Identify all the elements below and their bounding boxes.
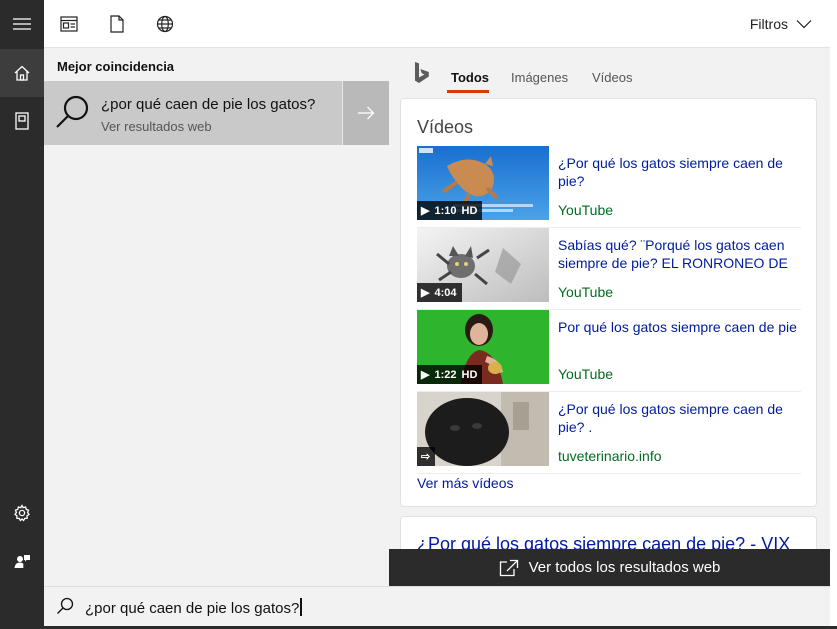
video-thumbnail[interactable]: ▶ 1:10 HD [417, 146, 549, 220]
video-thumbnail[interactable]: ▶ 1:22 HD [417, 310, 549, 384]
tab-todos[interactable]: Todos [451, 70, 489, 85]
video-source: YouTube [558, 202, 614, 218]
feedback-icon [14, 555, 30, 568]
video-badge: ▶ 1:22 HD [417, 365, 483, 384]
videos-card-title: Vídeos [417, 117, 474, 137]
filters-label: Filtros [749, 16, 788, 32]
apps-filter-button[interactable] [59, 14, 79, 34]
best-match-panel: Mejor coincidencia ¿por qué caen de pie … [44, 48, 389, 586]
filters-dropdown[interactable]: Filtros [750, 16, 812, 32]
menu-button[interactable] [0, 0, 44, 48]
search-query: ¿por qué caen de pie los gatos? [85, 600, 300, 617]
video-result[interactable]: ⇨ ¿Por qué los gatos siempre caen de pie… [417, 392, 801, 474]
globe-icon [156, 15, 174, 33]
open-preview-button[interactable] [342, 81, 389, 145]
best-match-subtitle: Ver resultados web [101, 119, 212, 134]
preview-pane: Todos Imágenes Vídeos Vídeos ▶ 1:10 HD ¿… [389, 48, 830, 586]
video-duration: 4:04 [434, 286, 457, 299]
video-title-link[interactable]: ¿Por qué los gatos siempre caen de pie? … [558, 400, 798, 436]
notebook-icon [15, 112, 29, 130]
arrow-right-icon [358, 106, 375, 120]
video-result[interactable]: ▶ 4:04 Sabías qué? ¨Porqué los gatos cae… [417, 228, 801, 310]
hd-badge: HD [461, 368, 478, 381]
document-icon [110, 15, 124, 33]
feedback-button[interactable] [0, 537, 44, 585]
chevron-down-icon [796, 20, 812, 29]
notebook-button[interactable] [0, 97, 44, 145]
video-duration: 1:22 [434, 368, 457, 381]
top-bar: Filtros [44, 0, 830, 48]
bing-logo-icon [415, 62, 429, 83]
video-result[interactable]: ▶ 1:10 HD ¿Por qué los gatos siempre cae… [417, 146, 801, 228]
video-thumbnail[interactable]: ▶ 4:04 [417, 228, 549, 302]
video-source: YouTube [558, 284, 614, 300]
best-match-heading: Mejor coincidencia [57, 59, 175, 74]
search-icon [56, 95, 89, 128]
more-videos-link[interactable]: Ver más vídeos [417, 475, 514, 491]
external-video-icon: ⇨ [421, 451, 431, 463]
hamburger-icon [13, 18, 31, 30]
video-title-link[interactable]: Por qué los gatos siempre caen de pie [558, 318, 798, 336]
documents-filter-button[interactable] [107, 14, 127, 34]
search-input[interactable]: ¿por qué caen de pie los gatos? [85, 598, 303, 617]
preview-tabs: Todos Imágenes Vídeos [389, 48, 830, 98]
tab-videos[interactable]: Vídeos [592, 70, 632, 85]
settings-button[interactable] [0, 489, 44, 537]
video-source: YouTube [558, 366, 614, 382]
see-all-web-results-button[interactable]: Ver todos los resultados web [389, 549, 830, 586]
gear-icon [14, 504, 30, 522]
best-match-item[interactable]: ¿por qué caen de pie los gatos? Ver resu… [44, 81, 389, 145]
video-title-link[interactable]: ¿Por qué los gatos siempre caen de pie? [558, 154, 798, 190]
video-badge: ▶ 1:10 HD [417, 201, 483, 220]
text-caret [300, 598, 303, 616]
video-source: tuveterinario.info [558, 448, 662, 464]
play-icon: ▶ [421, 287, 430, 299]
apps-icon [60, 16, 78, 32]
search-icon [57, 597, 74, 614]
video-title-link[interactable]: Sabías qué? ¨Porqué los gatos caen siemp… [558, 236, 798, 272]
see-all-label: Ver todos los resultados web [528, 559, 721, 576]
search-box[interactable]: ¿por qué caen de pie los gatos? [44, 586, 830, 626]
best-match-title: ¿por qué caen de pie los gatos? [101, 96, 316, 113]
background-window-edge [830, 0, 837, 629]
cortana-search-window: Filtros Mejor coincidencia ¿por qué caen… [0, 0, 837, 629]
play-icon: ▶ [421, 205, 430, 217]
left-rail [0, 0, 44, 629]
active-tab-indicator [447, 90, 489, 93]
home-button[interactable] [0, 49, 44, 97]
open-external-icon [499, 559, 518, 576]
thumbnail-image [417, 392, 549, 466]
video-duration: 1:10 [434, 204, 457, 217]
videos-card: Vídeos ▶ 1:10 HD ¿Por qué los gatos siem… [400, 98, 817, 507]
video-thumbnail[interactable]: ⇨ [417, 392, 549, 466]
hd-badge: HD [461, 204, 478, 217]
web-filter-button[interactable] [155, 14, 175, 34]
video-badge: ⇨ [417, 447, 436, 466]
play-icon: ▶ [421, 369, 430, 381]
home-icon [14, 65, 30, 81]
video-result[interactable]: ▶ 1:22 HD Por qué los gatos siempre caen… [417, 310, 801, 392]
tab-imagenes[interactable]: Imágenes [511, 70, 568, 85]
video-badge: ▶ 4:04 [417, 283, 462, 302]
